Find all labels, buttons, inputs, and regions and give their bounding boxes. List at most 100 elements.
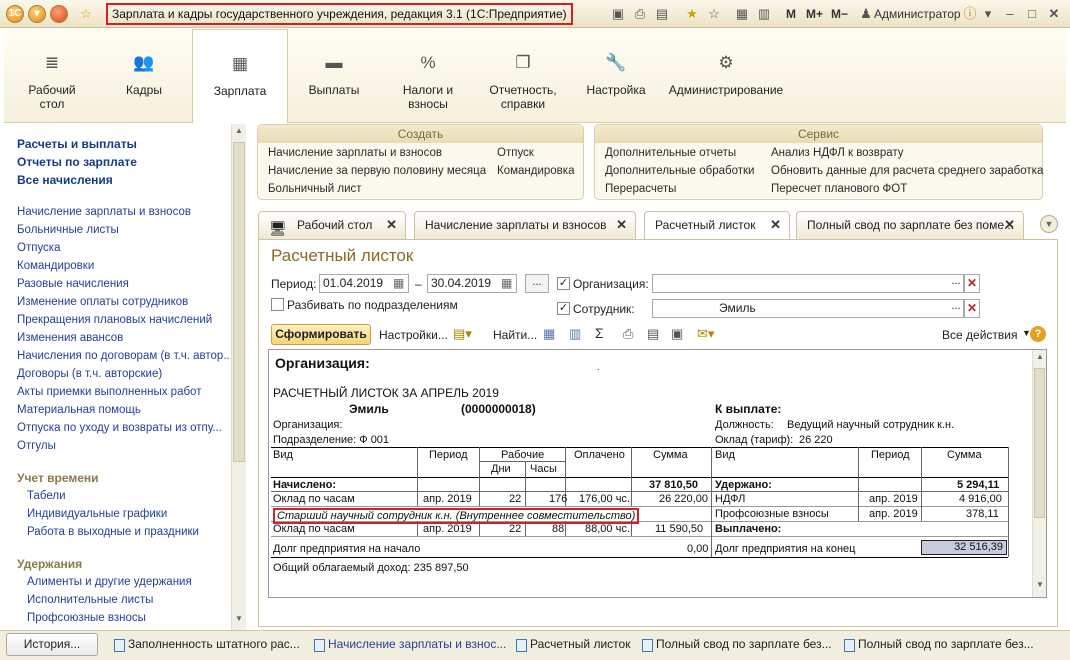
generate-button[interactable]: Сформировать: [271, 324, 371, 345]
main-menu-icon[interactable]: ▾: [28, 5, 46, 23]
email-icon[interactable]: ✉▾: [697, 326, 714, 342]
section-desktop[interactable]: ≣ Рабочий стол: [12, 29, 92, 123]
nav-link[interactable]: Отгулы: [17, 440, 56, 452]
info-icon[interactable]: ⓘ: [962, 6, 978, 22]
nav-link[interactable]: Начисление зарплаты и взносов: [17, 206, 191, 218]
info-menu-chevron-icon[interactable]: ▾: [980, 6, 996, 22]
org-clear-icon[interactable]: ✕: [964, 274, 980, 293]
minimize-icon[interactable]: –: [1002, 6, 1018, 22]
group-icon[interactable]: ▥: [569, 326, 581, 342]
report-scrollbar[interactable]: ▲ ▼: [1032, 350, 1046, 597]
service-link[interactable]: Перерасчеты: [605, 183, 676, 195]
nav-link[interactable]: Договоры (в т.ч. авторские): [17, 368, 162, 380]
print-icon[interactable]: ⎙: [632, 6, 648, 22]
org-select-button[interactable]: ...: [948, 274, 964, 293]
employee-checkbox[interactable]: ✓: [557, 302, 570, 315]
nav-link[interactable]: Разовые начисления: [17, 278, 129, 290]
favorites-star-icon[interactable]: ☆: [78, 6, 94, 22]
employee-input[interactable]: Эмиль: [652, 299, 964, 318]
service-link[interactable]: Дополнительные отчеты: [605, 147, 736, 159]
service-link[interactable]: Дополнительные обработки: [605, 165, 754, 177]
split-checkbox[interactable]: [271, 298, 284, 311]
nav-calculations[interactable]: Расчеты и выплаты: [17, 137, 137, 151]
nav-link[interactable]: Профсоюзные взносы: [27, 612, 146, 624]
scroll-down-icon[interactable]: ▼: [233, 614, 245, 626]
nav-scrollbar[interactable]: ▲ ▼: [231, 124, 246, 630]
create-link[interactable]: Начисление зарплаты и взносов: [268, 147, 442, 159]
scroll-down-icon[interactable]: ▼: [1034, 580, 1046, 589]
nav-link[interactable]: Больничные листы: [17, 224, 119, 236]
calculator-icon[interactable]: ▦: [734, 6, 750, 22]
employee-clear-icon[interactable]: ✕: [964, 299, 980, 318]
nav-all-accruals[interactable]: Все начисления: [17, 173, 113, 187]
close-icon[interactable]: ✕: [1046, 6, 1062, 22]
calendar-icon[interactable]: ▥: [756, 6, 772, 22]
save-icon[interactable]: ▣: [610, 6, 626, 22]
memory-minus-button[interactable]: M−: [831, 7, 848, 21]
tab-desktop[interactable]: 🖥 Рабочий стол ✕: [258, 211, 406, 239]
history-button[interactable]: История...: [6, 633, 98, 656]
nav-link[interactable]: Отпуска: [17, 242, 61, 254]
nav-link[interactable]: Начисления по договорам (в т.ч. автор...: [17, 350, 233, 362]
nav-link[interactable]: Исполнительные листы: [27, 594, 153, 606]
scroll-thumb[interactable]: [233, 142, 245, 462]
favorites-list-icon[interactable]: ☆: [706, 6, 722, 22]
section-hr[interactable]: 👥 Кадры: [104, 29, 184, 123]
sum-icon[interactable]: Σ: [595, 325, 604, 341]
nav-link[interactable]: Изменения авансов: [17, 332, 123, 344]
close-tab-icon[interactable]: ✕: [1004, 212, 1015, 238]
debt-end-sum[interactable]: 32 516,39: [921, 540, 1007, 555]
nav-link[interactable]: Материальная помощь: [17, 404, 141, 416]
print-icon[interactable]: ⎙: [623, 326, 633, 342]
tab-full-summary[interactable]: Полный свод по зарплате без поме... ✕: [796, 211, 1024, 239]
section-taxes[interactable]: % Налоги и взносы: [388, 29, 468, 123]
nav-link[interactable]: Командировки: [17, 260, 94, 272]
scroll-thumb[interactable]: [1034, 368, 1045, 518]
close-tab-icon[interactable]: ✕: [616, 212, 627, 238]
nav-link[interactable]: Прекращения плановых начислений: [17, 314, 212, 326]
section-admin[interactable]: ⚙ Администрирование: [666, 29, 786, 123]
scroll-up-icon[interactable]: ▲: [1034, 352, 1046, 361]
taskbar-item[interactable]: Расчетный листок: [512, 633, 632, 657]
create-link[interactable]: Больничный лист: [268, 183, 362, 195]
nav-link[interactable]: Индивидуальные графики: [27, 508, 167, 520]
calendar-icon[interactable]: ▦: [393, 276, 404, 290]
details-icon[interactable]: ▦: [543, 326, 555, 342]
create-link[interactable]: Отпуск: [497, 147, 534, 159]
add-favorite-icon[interactable]: ★: [684, 6, 700, 22]
calendar-icon[interactable]: ▦: [501, 276, 512, 290]
nav-link[interactable]: Работа в выходные и праздники: [27, 526, 199, 538]
period-select-button[interactable]: ...: [525, 274, 549, 293]
history-icon[interactable]: [50, 5, 68, 23]
taskbar-item[interactable]: Начисление зарплаты и взнос...: [310, 633, 506, 657]
preview-icon[interactable]: ▤: [647, 326, 659, 342]
section-reports[interactable]: ❐ Отчетность, справки: [478, 29, 568, 123]
create-link[interactable]: Начисление за первую половину месяца: [268, 165, 486, 177]
service-link[interactable]: Обновить данные для расчета среднего зар…: [771, 165, 1043, 177]
nav-link[interactable]: Алименты и другие удержания: [27, 576, 192, 588]
nav-link[interactable]: Отпуска по уходу и возвраты из отпу...: [17, 422, 222, 434]
taskbar-item[interactable]: Полный свод по зарплате без...: [638, 633, 832, 657]
section-settings[interactable]: 🔧 Настройка: [576, 29, 656, 123]
taskbar-item[interactable]: Заполненность штатного рас...: [110, 633, 300, 657]
memory-plus-button[interactable]: M+: [806, 7, 823, 21]
user-name[interactable]: Администратор: [874, 7, 961, 21]
maximize-icon[interactable]: □: [1024, 6, 1040, 22]
nav-link[interactable]: Изменение оплаты сотрудников: [17, 296, 188, 308]
memory-button[interactable]: M: [786, 7, 796, 21]
variant-icon[interactable]: ▤▾: [453, 326, 472, 342]
tab-accruals[interactable]: Начисление зарплаты и взносов ✕: [414, 211, 636, 239]
all-actions-menu[interactable]: Все действия: [942, 328, 1017, 342]
save-icon[interactable]: ▣: [671, 326, 683, 342]
org-input[interactable]: [652, 274, 964, 293]
app-logo-icon[interactable]: 1С: [6, 5, 24, 23]
find-button[interactable]: Найти...: [493, 328, 537, 342]
close-tab-icon[interactable]: ✕: [386, 212, 397, 238]
nav-link[interactable]: Акты приемки выполненных работ: [17, 386, 201, 398]
close-tab-icon[interactable]: ✕: [770, 212, 781, 238]
tab-payslip[interactable]: Расчетный листок ✕: [644, 211, 790, 240]
service-link[interactable]: Пересчет планового ФОТ: [771, 183, 907, 195]
tabs-menu-chevron-icon[interactable]: ▼: [1040, 215, 1058, 233]
create-link[interactable]: Командировка: [497, 165, 574, 177]
scroll-up-icon[interactable]: ▲: [233, 126, 245, 138]
